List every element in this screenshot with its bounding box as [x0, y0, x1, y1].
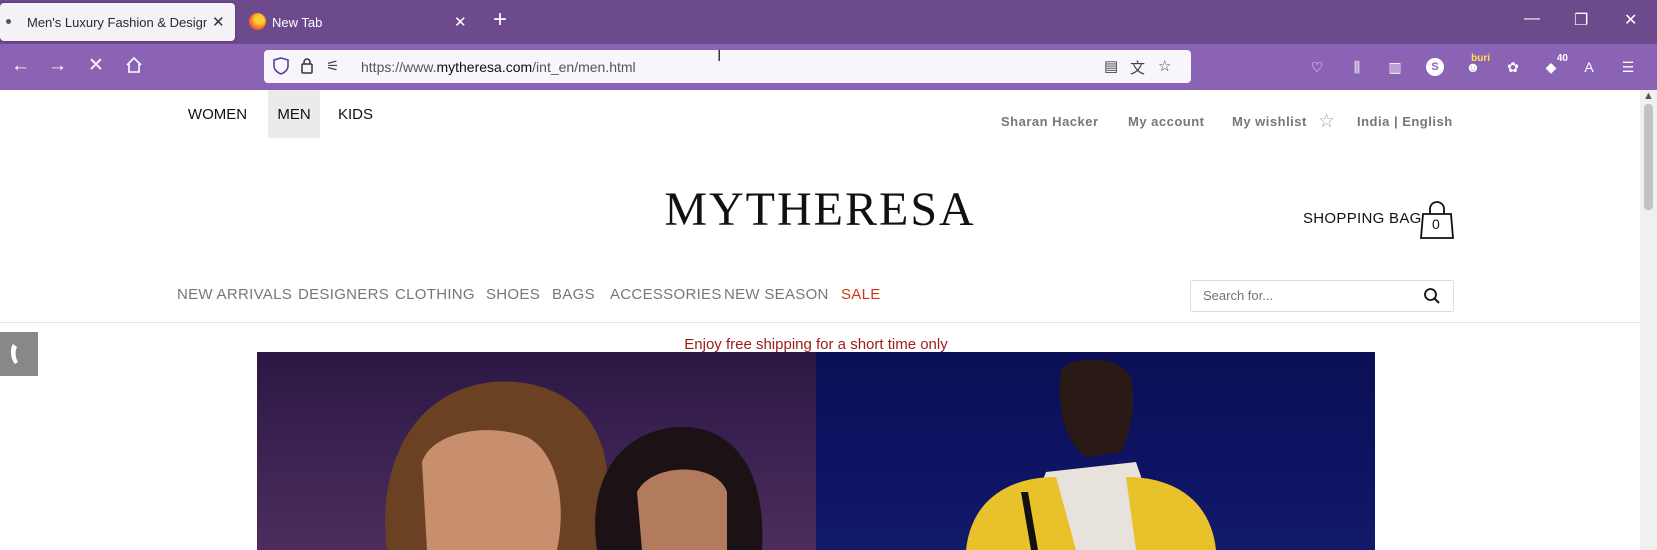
shopping-bag-label[interactable]: SHOPPING BAG	[1303, 210, 1422, 227]
gender-kids[interactable]: KIDS	[333, 90, 378, 138]
close-tab-icon[interactable]: ✕	[454, 13, 467, 31]
translate-extension-icon[interactable]: A	[1580, 58, 1598, 76]
forward-icon[interactable]: →	[48, 56, 67, 76]
tab-mytheresa[interactable]: Men's Luxury Fashion & Designer ✕	[0, 3, 235, 41]
url-text: https://www.mytheresa.com/int_en/men.htm…	[361, 59, 636, 75]
translate-icon[interactable]: 文	[1130, 57, 1145, 78]
scrollbar-thumb[interactable]	[1644, 104, 1653, 210]
menu-shoes[interactable]: SHOES	[486, 286, 540, 303]
my-wishlist-link[interactable]: My wishlist	[1232, 114, 1307, 129]
minimize-icon[interactable]: —	[1524, 10, 1540, 28]
shopping-bag-count: 0	[1432, 216, 1440, 232]
menu-sale[interactable]: SALE	[841, 286, 881, 303]
scroll-up-icon[interactable]: ▲	[1643, 90, 1654, 102]
hero-left-figures	[385, 381, 763, 550]
lock-icon[interactable]	[300, 57, 314, 78]
url-path: /int_en/men.html	[532, 59, 636, 75]
text-cursor-icon: I	[717, 48, 722, 65]
new-tab-plus-icon[interactable]: +	[493, 8, 507, 32]
close-tab-icon[interactable]: ✕	[212, 13, 225, 31]
restore-icon[interactable]: ❐	[1574, 10, 1588, 30]
library-icon[interactable]: ⫼	[1348, 58, 1366, 76]
hero-right-figure	[966, 359, 1216, 550]
reader-view-icon[interactable]: ▤	[1104, 57, 1118, 75]
wishlist-star-icon[interactable]: ☆	[1318, 110, 1335, 133]
url-domain: mytheresa.com	[436, 59, 533, 75]
browser-navbar: ← → ✕ ⚟ https://www.mytheresa.com/int_en…	[0, 44, 1657, 90]
pocket-icon[interactable]: ♡	[1308, 58, 1326, 76]
back-icon[interactable]: ←	[11, 56, 30, 76]
bookmark-star-icon[interactable]: ☆	[1158, 57, 1171, 75]
buri-badge: buri	[1471, 53, 1490, 64]
extension-badge-icon[interactable]: ◆ 40	[1542, 53, 1568, 76]
search-input[interactable]	[1203, 288, 1403, 303]
permissions-icon[interactable]: ⚟	[326, 57, 339, 75]
firefox-icon	[249, 13, 266, 30]
menu-new-arrivals[interactable]: NEW ARRIVALS	[177, 286, 292, 303]
extension-count-badge: 40	[1556, 53, 1568, 64]
user-name-link[interactable]: Sharan Hacker	[1001, 114, 1099, 129]
url-prefix: https://www.	[361, 59, 437, 75]
menu-hamburger-icon[interactable]: ☰	[1619, 58, 1637, 76]
locale-link[interactable]: India | English	[1357, 114, 1453, 129]
page-scrollbar[interactable]: ▲	[1640, 90, 1657, 550]
hero-image-left[interactable]	[257, 352, 816, 550]
search-box[interactable]	[1190, 280, 1454, 312]
shield-icon[interactable]	[273, 57, 289, 79]
menu-bags[interactable]: BAGS	[552, 286, 595, 303]
loading-dot-icon	[6, 19, 11, 24]
cookie-icon[interactable]: ✿	[1504, 58, 1522, 76]
menu-designers[interactable]: DESIGNERS	[298, 286, 389, 303]
address-bar[interactable]: ⚟ https://www.mytheresa.com/int_en/men.h…	[264, 50, 1191, 83]
sidebar-icon[interactable]: ▥	[1386, 58, 1404, 76]
phone-contact-tab[interactable]	[0, 332, 38, 376]
promo-banner[interactable]: Enjoy free shipping for a short time onl…	[0, 336, 1632, 353]
search-icon[interactable]	[1423, 287, 1441, 310]
menu-accessories[interactable]: ACCESSORIES	[610, 286, 722, 303]
header-divider	[0, 322, 1640, 323]
my-account-link[interactable]: My account	[1128, 114, 1205, 129]
tab-title: New Tab	[272, 14, 323, 30]
close-window-icon[interactable]: ✕	[1624, 10, 1637, 30]
tab-new-tab[interactable]: New Tab ✕	[240, 3, 472, 41]
home-icon[interactable]	[125, 56, 143, 79]
hero-image-right[interactable]	[816, 352, 1375, 550]
menu-new-season[interactable]: NEW SEASON	[724, 286, 829, 303]
extension-s-icon[interactable]: S	[1426, 58, 1444, 76]
stop-icon[interactable]: ✕	[88, 56, 104, 76]
web-page: WOMEN MEN KIDS Sharan Hacker My account …	[0, 90, 1640, 550]
menu-clothing[interactable]: CLOTHING	[395, 286, 475, 303]
extension-buri-icon[interactable]: ☻ buri	[1464, 53, 1490, 76]
browser-tabbar: Men's Luxury Fashion & Designer ✕ New Ta…	[0, 0, 1657, 44]
gender-women[interactable]: WOMEN	[180, 90, 255, 138]
tab-title: Men's Luxury Fashion & Designer	[27, 14, 207, 30]
gender-men[interactable]: MEN	[268, 90, 320, 138]
shopping-bag-icon[interactable]: 0	[1420, 200, 1454, 240]
